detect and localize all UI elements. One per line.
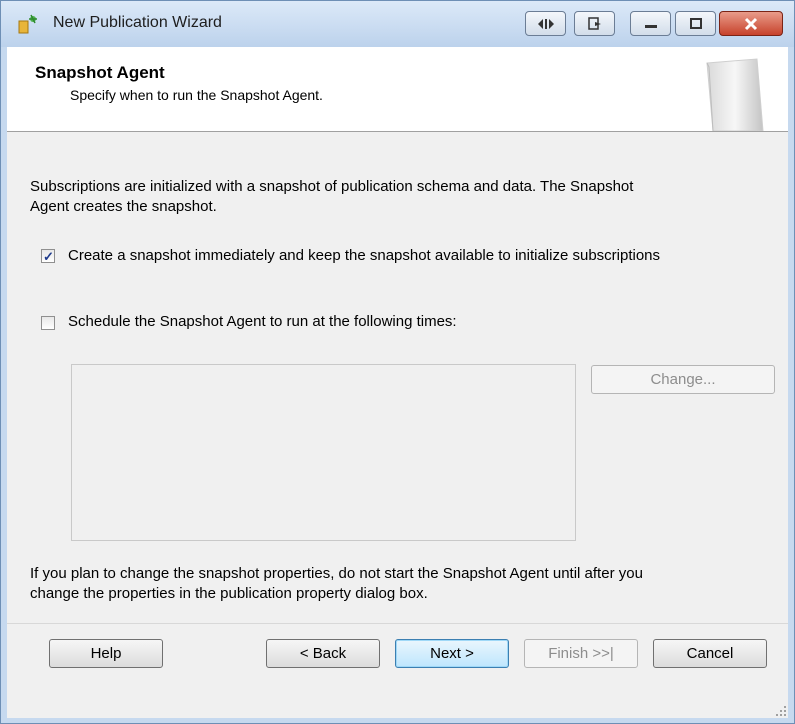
note-text-line-1: If you plan to change the snapshot prope… bbox=[30, 565, 643, 582]
back-forward-button[interactable] bbox=[525, 11, 566, 36]
page-title: Snapshot Agent bbox=[35, 63, 165, 82]
copy-button[interactable] bbox=[574, 11, 615, 36]
schedule-checkbox[interactable] bbox=[41, 316, 55, 330]
page-subtitle: Specify when to run the Snapshot Agent. bbox=[70, 87, 323, 103]
wizard-client-area: Snapshot Agent Specify when to run the S… bbox=[7, 47, 788, 718]
copy-icon bbox=[587, 16, 601, 30]
help-button[interactable]: Help bbox=[49, 639, 163, 668]
title-bar[interactable]: New Publication Wizard bbox=[1, 1, 794, 47]
close-icon bbox=[744, 17, 758, 30]
note-text-line-2: change the properties in the publication… bbox=[30, 585, 428, 602]
minimize-button[interactable] bbox=[630, 11, 671, 36]
create-snapshot-label[interactable]: Create a snapshot immediately and keep t… bbox=[68, 246, 660, 266]
change-button[interactable]: Change... bbox=[591, 365, 775, 394]
wizard-header-graphic bbox=[706, 58, 764, 131]
intro-text-line-1: Subscriptions are initialized with a sna… bbox=[30, 178, 634, 195]
create-snapshot-checkbox[interactable]: ✓ bbox=[41, 249, 55, 263]
wizard-window: New Publication Wizard Snapshot Agent Sp… bbox=[0, 0, 795, 724]
maximize-icon bbox=[689, 17, 702, 29]
cancel-button[interactable]: Cancel bbox=[653, 639, 767, 668]
intro-text-line-2: Agent creates the snapshot. bbox=[30, 198, 217, 215]
next-button[interactable]: Next > bbox=[395, 639, 509, 668]
schedule-description-box bbox=[71, 364, 576, 541]
window-title: New Publication Wizard bbox=[53, 14, 222, 31]
checkmark-icon: ✓ bbox=[43, 249, 54, 264]
minimize-icon bbox=[644, 24, 657, 28]
back-forward-icon bbox=[537, 18, 554, 29]
close-button[interactable] bbox=[719, 11, 783, 36]
wizard-header: Snapshot Agent Specify when to run the S… bbox=[7, 47, 788, 132]
back-button[interactable]: < Back bbox=[266, 639, 380, 668]
schedule-label[interactable]: Schedule the Snapshot Agent to run at th… bbox=[68, 312, 457, 332]
footer-divider bbox=[7, 623, 788, 624]
wizard-icon bbox=[18, 14, 37, 34]
resize-grip-icon[interactable] bbox=[775, 705, 787, 717]
finish-button[interactable]: Finish >>| bbox=[524, 639, 638, 668]
maximize-button[interactable] bbox=[675, 11, 716, 36]
